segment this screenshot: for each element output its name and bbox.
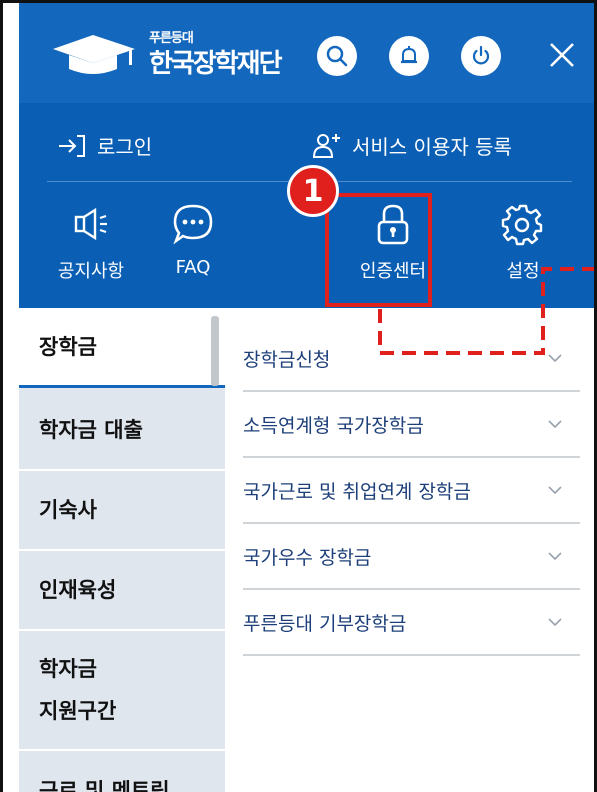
dashed-callout	[378, 267, 594, 355]
mobile-menu-frame: 푸른등대 한국장학재단 로그인 서비스 이용자 등록 공지사항 FAQ 인증센터…	[0, 0, 597, 792]
